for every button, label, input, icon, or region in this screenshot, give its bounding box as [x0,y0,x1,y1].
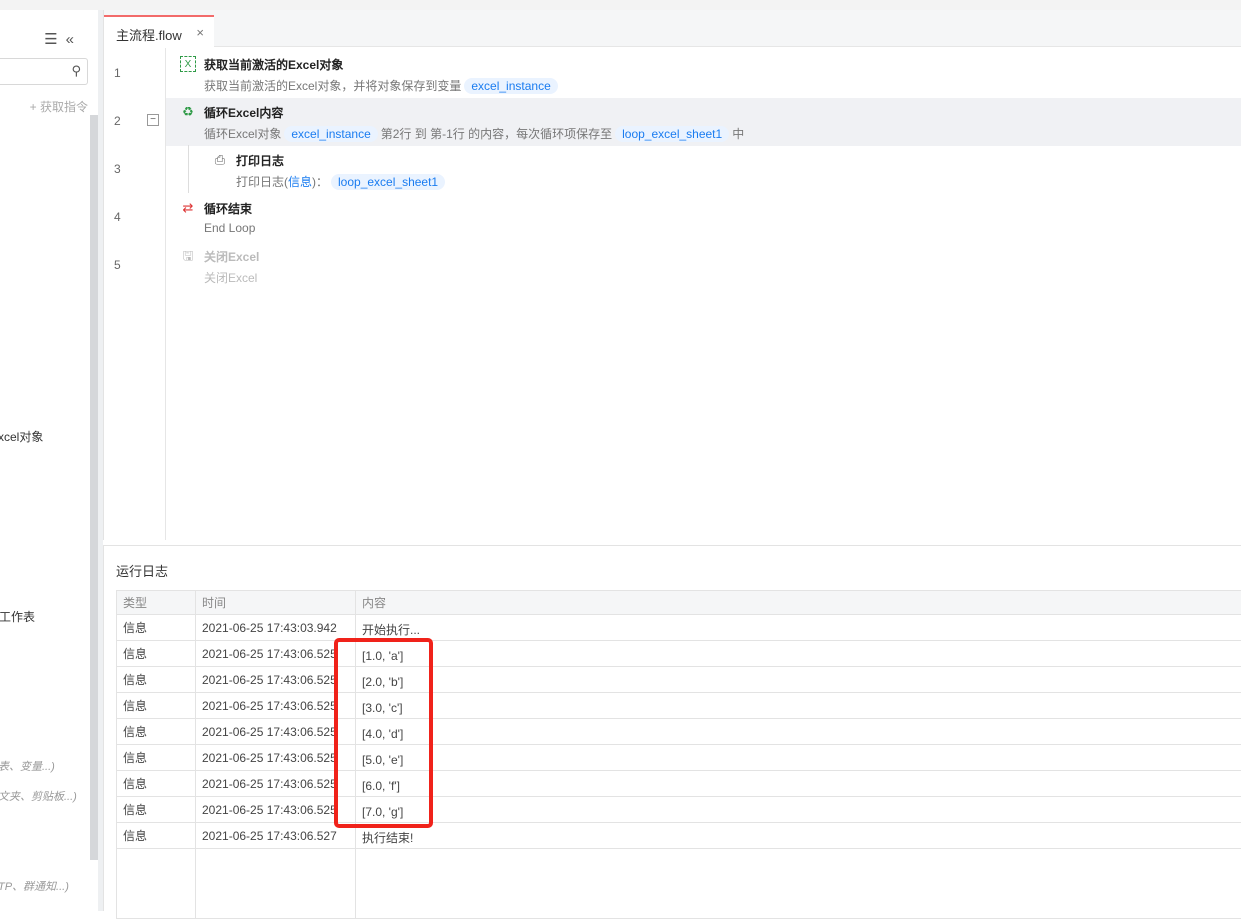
step-desc: )： [312,175,328,189]
log-content: [6.0, 'f'] [356,771,1241,797]
sidebar-hint: 文夹、剪贴板...) [0,788,77,804]
log-type: 信息 [117,693,196,719]
log-type: 信息 [117,823,196,849]
line-number: 4 [114,210,121,224]
flow-editor: 主流程.flow × 1 X 获取当前激活的Excel对象 获取当前激活的Exce… [103,10,1241,540]
flow-step-2[interactable]: 2 − ♻ 循环Excel内容 循环Excel对象excel_instance 第… [104,98,1241,146]
sidebar-scrollbar[interactable] [90,115,98,860]
log-content: [3.0, 'c'] [356,693,1241,719]
sidebar-tools: ☰« [44,30,82,48]
log-time: 2021-06-25 17:43:03.942 [196,615,356,641]
log-row[interactable]: 信息2021-06-25 17:43:06.525[3.0, 'c'] [117,693,1241,719]
command-search-input[interactable]: ⚲ [0,58,88,85]
step-desc: 第2行 到 第-1行 的内容，每次循环项保存至 [381,127,612,141]
log-content: [7.0, 'g'] [356,797,1241,823]
log-row[interactable]: 信息2021-06-25 17:43:06.525[4.0, 'd'] [117,719,1241,745]
log-row[interactable]: 信息2021-06-25 17:43:06.525[2.0, 'b'] [117,667,1241,693]
line-number: 2 [114,114,121,128]
log-time: 2021-06-25 17:43:06.527 [196,823,356,849]
line-number: 3 [114,162,121,176]
log-row[interactable]: 信息2021-06-25 17:43:06.525[1.0, 'a'] [117,641,1241,667]
top-strip [0,0,1241,10]
log-content: [4.0, 'd'] [356,719,1241,745]
save-excel-icon: 🖫 [180,248,196,264]
log-type: 信息 [117,771,196,797]
get-commands-link[interactable]: + 获取指令 [30,98,88,115]
flow-step-3[interactable]: 3 ⎙ 打印日志 打印日志(信息)：loop_excel_sheet1 [104,146,1241,194]
log-type: 信息 [117,615,196,641]
step-desc: 获取当前激活的Excel对象，并将对象保存到变量 [204,79,461,93]
flow-step-5[interactable]: 5 🖫 关闭Excel 关闭Excel [104,242,1241,290]
log-type: 信息 [117,745,196,771]
sidebar-hint: 表、变量...) [0,758,55,774]
log-time: 2021-06-25 17:43:06.525 [196,693,356,719]
excel-icon: X [180,56,196,72]
step-desc: End Loop [204,221,255,235]
variable-chip[interactable]: loop_excel_sheet1 [331,174,445,190]
sidebar-item[interactable]: xcel对象 [0,428,43,445]
log-row[interactable]: 信息2021-06-25 17:43:06.525[7.0, 'g'] [117,797,1241,823]
log-row[interactable]: 信息2021-06-25 17:43:03.942开始执行... [117,615,1241,641]
step-desc: 关闭Excel [204,269,257,286]
column-header: 时间 [196,591,356,615]
line-number: 1 [114,66,121,80]
step-desc: 循环Excel对象 [204,127,281,141]
collapse-toggle-icon[interactable]: − [147,114,159,126]
command-sidebar: ☰« ⚲ + 获取指令 xcel对象 工作表 表、变量...) 文夹、剪贴板..… [0,10,98,911]
tab-bar: 主流程.flow × [104,10,1241,47]
step-desc: 中 [732,127,744,141]
run-log-panel: 运行日志 类型 时间 内容 信息2021-06-25 17:43:03.942开… [103,545,1241,911]
column-header: 类型 [117,591,196,615]
search-icon[interactable]: ⚲ [71,63,81,79]
log-time: 2021-06-25 17:43:06.525 [196,797,356,823]
sort-icon[interactable]: ☰ [44,31,65,48]
flow-step-1[interactable]: 1 X 获取当前激活的Excel对象 获取当前激活的Excel对象，并将对象保存… [104,50,1241,98]
log-time: 2021-06-25 17:43:06.525 [196,745,356,771]
log-content: [5.0, 'e'] [356,745,1241,771]
printer-icon: ⎙ [212,152,228,168]
loop-excel-icon: ♻ [180,104,196,120]
log-type: 信息 [117,641,196,667]
tab-main-flow[interactable]: 主流程.flow × [104,15,214,48]
log-type: 信息 [117,667,196,693]
log-type: 信息 [117,719,196,745]
log-row[interactable]: 信息2021-06-25 17:43:06.525[6.0, 'f'] [117,771,1241,797]
variable-chip[interactable]: loop_excel_sheet1 [615,126,729,142]
step-title: 打印日志 [236,152,284,169]
line-number: 5 [114,258,121,272]
highlight-annotation-box [334,638,433,828]
log-level[interactable]: 信息 [288,175,312,189]
log-title: 运行日志 [116,561,168,580]
step-title: 循环Excel内容 [204,104,283,121]
log-time: 2021-06-25 17:43:06.525 [196,771,356,797]
log-row[interactable]: 信息2021-06-25 17:43:06.527执行结束! [117,823,1241,849]
log-table: 类型 时间 内容 信息2021-06-25 17:43:03.942开始执行..… [116,590,1241,919]
sidebar-hint: TP、群通知...) [0,878,69,894]
collapse-icon[interactable]: « [66,31,82,48]
log-content: [1.0, 'a'] [356,641,1241,667]
log-content: 开始执行... [356,615,1241,641]
flow-step-4[interactable]: 4 ⇄ 循环结束 End Loop [104,194,1241,242]
step-title: 循环结束 [204,200,252,217]
log-empty-row [117,849,1241,919]
step-title: 获取当前激活的Excel对象 [204,56,343,73]
column-header: 内容 [356,591,1241,615]
step-desc: 打印日志( [236,175,288,189]
close-icon[interactable]: × [196,25,204,40]
variable-chip[interactable]: excel_instance [464,78,557,94]
loop-end-icon: ⇄ [180,200,196,216]
log-time: 2021-06-25 17:43:06.525 [196,667,356,693]
log-time: 2021-06-25 17:43:06.525 [196,719,356,745]
variable-chip[interactable]: excel_instance [284,126,377,142]
log-time: 2021-06-25 17:43:06.525 [196,641,356,667]
log-row[interactable]: 信息2021-06-25 17:43:06.525[5.0, 'e'] [117,745,1241,771]
step-title: 关闭Excel [204,248,259,265]
log-content: 执行结束! [356,823,1241,849]
sidebar-item[interactable]: 工作表 [0,608,35,625]
log-type: 信息 [117,797,196,823]
log-content: [2.0, 'b'] [356,667,1241,693]
tab-label: 主流程.flow [116,28,182,43]
